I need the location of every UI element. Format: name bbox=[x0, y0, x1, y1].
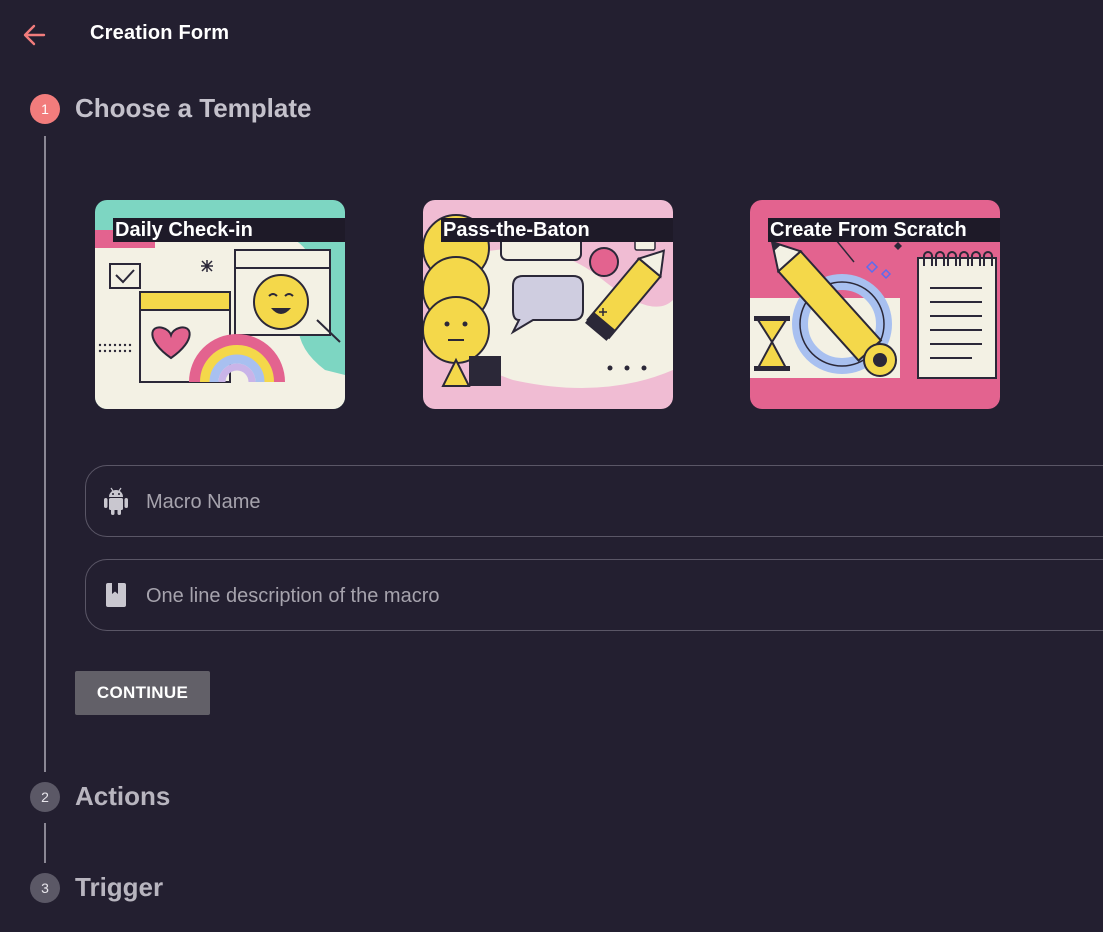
description-input[interactable] bbox=[144, 576, 1048, 616]
template-card-create-from-scratch[interactable]: Create From Scratch bbox=[750, 200, 1000, 409]
page-title: Creation Form bbox=[90, 22, 230, 44]
template-card-pass-the-baton[interactable]: Pass-the-Baton bbox=[423, 200, 673, 409]
bookmark-book-icon bbox=[106, 583, 126, 607]
macro-name-input[interactable] bbox=[144, 482, 1048, 522]
step-2-indicator: 2 bbox=[30, 782, 60, 812]
back-button[interactable] bbox=[20, 21, 50, 49]
android-icon bbox=[104, 487, 128, 515]
step-connector bbox=[44, 823, 46, 863]
continue-button[interactable]: CONTINUE bbox=[75, 671, 210, 715]
step-1-title[interactable]: Choose a Template bbox=[75, 93, 311, 124]
template-card-label: Create From Scratch bbox=[768, 218, 1000, 242]
step-3-title[interactable]: Trigger bbox=[75, 872, 163, 903]
step-2-title[interactable]: Actions bbox=[75, 781, 170, 812]
step-3-indicator: 3 bbox=[30, 873, 60, 903]
app-header: Creation Form bbox=[0, 0, 1103, 70]
step-connector bbox=[44, 136, 46, 772]
template-card-label: Pass-the-Baton bbox=[441, 218, 673, 242]
description-field[interactable] bbox=[85, 559, 1103, 631]
step-1-indicator: 1 bbox=[30, 94, 60, 124]
template-card-label: Daily Check-in bbox=[113, 218, 345, 242]
arrow-left-icon bbox=[23, 24, 46, 46]
macro-name-field[interactable] bbox=[85, 465, 1103, 537]
template-card-daily-check-in[interactable]: Daily Check-in bbox=[95, 200, 345, 409]
